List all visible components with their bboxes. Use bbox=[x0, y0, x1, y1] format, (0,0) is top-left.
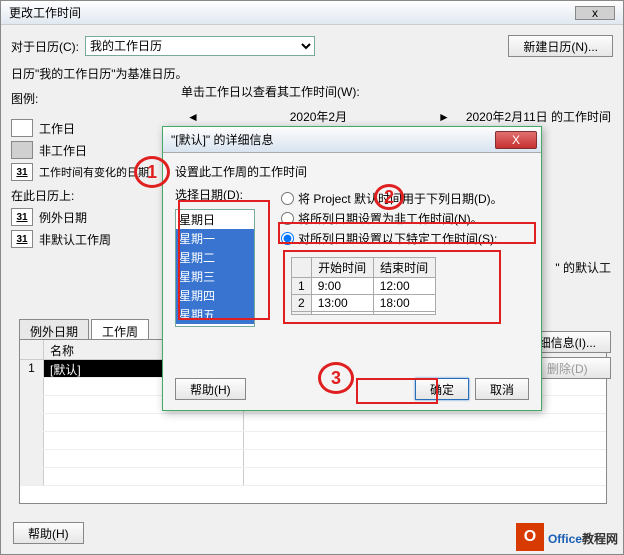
new-calendar-button[interactable]: 新建日历(N)... bbox=[508, 35, 613, 57]
on-this-calendar-label: 在此日历上: bbox=[11, 187, 156, 204]
start-time-2[interactable]: 13:00 bbox=[311, 295, 373, 312]
day-sunday[interactable]: 星期日 bbox=[176, 210, 254, 229]
day-thursday[interactable]: 星期四 bbox=[176, 286, 254, 305]
base-calendar-text: 日历"我的工作日历"为基准日历。 bbox=[11, 65, 188, 82]
exception-swatch: 31 bbox=[11, 208, 33, 226]
legend-box: 工作日 非工作日 31 工作时间有变化的日期 在此日历上: 31 例外日期 31… bbox=[11, 111, 156, 256]
day-wednesday[interactable]: 星期三 bbox=[176, 267, 254, 286]
nonworkday-label: 非工作日 bbox=[39, 142, 87, 159]
radio-nonworking[interactable] bbox=[281, 212, 294, 225]
changed-swatch: 31 bbox=[11, 163, 33, 181]
for-calendar-label: 对于日历(C): bbox=[11, 38, 79, 55]
grid-row-num: 1 bbox=[20, 360, 44, 377]
watermark-icon: O bbox=[516, 523, 544, 551]
nonworkday-swatch bbox=[11, 141, 33, 159]
radio-specific-time-label: 对所列日期设置以下特定工作时间(S): bbox=[298, 230, 497, 247]
watermark: O Office教程网 bbox=[516, 523, 618, 551]
next-month-arrow[interactable]: ► bbox=[432, 110, 456, 124]
main-close-button[interactable]: x bbox=[575, 6, 615, 20]
time-row[interactable]: 1 9:00 12:00 bbox=[292, 278, 436, 295]
start-time-header: 开始时间 bbox=[311, 258, 373, 278]
radio-nonworking-label: 将所列日期设置为非工作时间(N)。 bbox=[298, 210, 483, 227]
prev-month-arrow[interactable]: ◄ bbox=[181, 110, 205, 124]
start-time-1[interactable]: 9:00 bbox=[311, 278, 373, 295]
modal-set-label: 设置此工作周的工作时间 bbox=[175, 163, 529, 180]
calendar-month: 2020年2月 bbox=[205, 108, 432, 125]
detail-dialog: "[默认]" 的详细信息 X 设置此工作周的工作时间 选择日期(D): 星期日 … bbox=[162, 126, 542, 411]
end-time-2[interactable]: 18:00 bbox=[373, 295, 435, 312]
radio-default-time-label: 将 Project 默认时间用于下列日期(D)。 bbox=[298, 190, 503, 207]
end-time-header: 结束时间 bbox=[373, 258, 435, 278]
modal-title: "[默认]" 的详细信息 bbox=[171, 131, 274, 148]
modal-close-button[interactable]: X bbox=[495, 131, 537, 149]
nondefault-label: 非默认工作周 bbox=[39, 231, 111, 248]
modal-ok-button[interactable]: 确定 bbox=[415, 378, 469, 400]
main-title: 更改工作时间 bbox=[9, 4, 81, 21]
calendar-select[interactable]: 我的工作日历 bbox=[85, 36, 315, 56]
main-help-button[interactable]: 帮助(H) bbox=[13, 522, 84, 544]
nondefault-swatch: 31 bbox=[11, 230, 33, 248]
time-table: 开始时间 结束时间 1 9:00 12:00 2 13:00 18:00 bbox=[291, 257, 436, 315]
calendar-section: 单击工作日以查看其工作时间(W): ◄ 2020年2月 ► 2020年2月11日… bbox=[181, 83, 611, 125]
date-detail-label: 2020年2月11日 的工作时间 bbox=[466, 108, 611, 125]
workday-swatch bbox=[11, 119, 33, 137]
calendar-instruction: 单击工作日以查看其工作时间(W): bbox=[181, 83, 611, 100]
time-row[interactable]: 2 13:00 18:00 bbox=[292, 295, 436, 312]
day-monday[interactable]: 星期一 bbox=[176, 229, 254, 248]
day-saturday[interactable]: 星期六 bbox=[176, 324, 254, 327]
workday-label: 工作日 bbox=[39, 120, 75, 137]
right-side-fragment: " 的默认工 bbox=[555, 259, 611, 276]
changed-label: 工作时间有变化的日期 bbox=[39, 164, 149, 180]
day-friday[interactable]: 星期五 bbox=[176, 305, 254, 324]
radio-default-time[interactable] bbox=[281, 192, 294, 205]
end-time-1[interactable]: 12:00 bbox=[373, 278, 435, 295]
grid-header-num bbox=[20, 340, 44, 359]
modal-cancel-button[interactable]: 取消 bbox=[475, 378, 529, 400]
modal-help-button[interactable]: 帮助(H) bbox=[175, 378, 246, 400]
main-titlebar: 更改工作时间 x bbox=[1, 1, 623, 25]
radio-specific-time[interactable] bbox=[281, 232, 294, 245]
exception-label: 例外日期 bbox=[39, 209, 87, 226]
modal-titlebar: "[默认]" 的详细信息 X bbox=[163, 127, 541, 153]
day-list[interactable]: 星期日 星期一 星期二 星期三 星期四 星期五 星期六 bbox=[175, 209, 255, 327]
watermark-text: Office教程网 bbox=[548, 526, 618, 549]
day-tuesday[interactable]: 星期二 bbox=[176, 248, 254, 267]
